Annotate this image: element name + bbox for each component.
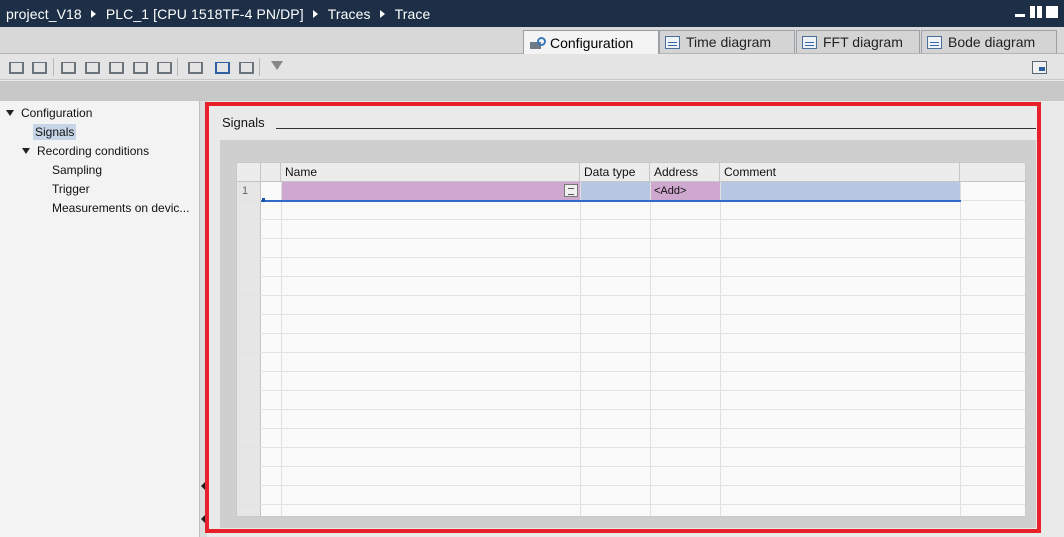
tab-bode-diagram-label: Bode diagram	[948, 34, 1036, 50]
row-selection-indicator	[261, 200, 961, 202]
breadcrumb-separator-icon	[312, 9, 318, 18]
pane-splitter[interactable]	[200, 101, 207, 537]
restore-tile-icon[interactable]	[1030, 6, 1042, 18]
tree-item-measurements[interactable]: Measurements on devic...	[52, 198, 189, 217]
row-separator	[237, 333, 1025, 334]
delete-signal-icon[interactable]	[131, 59, 148, 75]
comment-cell[interactable]	[721, 182, 960, 200]
row-focus-marker	[262, 198, 265, 202]
toolbar	[0, 54, 1064, 80]
signal-name-cell[interactable]	[282, 182, 580, 200]
breadcrumb: project_V18 PLC_1 [CPU 1518TF-4 PN/DP] T…	[0, 6, 430, 22]
export-icon[interactable]	[237, 59, 254, 75]
toolbar-divider	[53, 58, 54, 76]
header-rownum	[237, 163, 261, 182]
install-trace-icon[interactable]	[7, 59, 24, 75]
row-separator	[237, 352, 1025, 353]
address-cell[interactable]: <Add>	[651, 182, 720, 200]
tree-item-configuration[interactable]: Configuration	[6, 103, 92, 122]
row-separator	[237, 295, 1025, 296]
data-type-cell[interactable]	[581, 182, 650, 200]
copy-signal-icon[interactable]	[107, 59, 124, 75]
header-status	[261, 163, 281, 182]
configuration-icon	[529, 36, 546, 50]
window-controls	[1014, 6, 1058, 18]
tree-item-signals[interactable]: Signals	[33, 122, 77, 141]
toolbar-spacer	[0, 81, 1064, 101]
header-name[interactable]: Name	[281, 163, 580, 182]
add-signal-alt-icon[interactable]	[83, 59, 100, 75]
maximize-icon[interactable]	[1046, 6, 1058, 18]
import-icon[interactable]	[186, 59, 203, 75]
browse-icon[interactable]	[564, 184, 578, 197]
header-comment[interactable]: Comment	[720, 163, 960, 182]
time-diagram-icon	[665, 35, 680, 49]
filter-icon[interactable]	[268, 59, 284, 75]
table-header: Name Data type Address Comment	[237, 163, 1025, 182]
row-separator	[237, 219, 1025, 220]
breadcrumb-plc[interactable]: PLC_1 [CPU 1518TF-4 PN/DP]	[106, 6, 304, 22]
add-signal-icon[interactable]	[59, 59, 76, 75]
upload-trace-icon[interactable]	[30, 59, 47, 75]
expand-caret-icon[interactable]	[6, 109, 14, 116]
row-separator	[237, 238, 1025, 239]
breadcrumb-project[interactable]: project_V18	[6, 6, 82, 22]
section-divider	[276, 128, 1036, 129]
collapse-left-icon[interactable]	[201, 482, 205, 490]
row-separator	[237, 485, 1025, 486]
row-separator	[237, 409, 1025, 410]
editor-tab-strip: Configuration Time diagram FFT diagram B…	[0, 27, 1064, 54]
row-number: 1	[242, 185, 249, 197]
row-separator	[237, 276, 1025, 277]
title-bar: project_V18 PLC_1 [CPU 1518TF-4 PN/DP] T…	[0, 0, 1064, 27]
tab-time-diagram[interactable]: Time diagram	[659, 30, 795, 53]
row-separator	[237, 428, 1025, 429]
tab-fft-diagram-label: FFT diagram	[823, 34, 903, 50]
header-address[interactable]: Address	[650, 163, 720, 182]
collapse-left-icon[interactable]	[201, 515, 205, 523]
section-title: Signals	[222, 115, 265, 130]
signals-table: Name Data type Address Comment 1 <Add>	[236, 162, 1026, 517]
header-data-type[interactable]: Data type	[580, 163, 650, 182]
fft-diagram-icon	[802, 35, 817, 49]
row-separator	[237, 504, 1025, 505]
breadcrumb-trace: Trace	[394, 5, 431, 22]
breadcrumb-traces[interactable]: Traces	[328, 6, 371, 22]
expand-caret-icon[interactable]	[22, 147, 30, 154]
tree-item-recording-conditions[interactable]: Recording conditions	[22, 141, 149, 160]
row-separator	[237, 466, 1025, 467]
toolbar-divider	[177, 58, 178, 76]
tree-item-sampling[interactable]: Sampling	[52, 160, 102, 179]
toolbar-divider	[259, 58, 260, 76]
row-separator	[237, 314, 1025, 315]
row-separator	[237, 257, 1025, 258]
refresh-icon[interactable]	[155, 59, 172, 75]
row-separator	[237, 447, 1025, 448]
tree-item-trigger[interactable]: Trigger	[52, 179, 90, 198]
tab-configuration-label: Configuration	[550, 34, 634, 51]
transfer-to-device-icon[interactable]	[213, 59, 230, 75]
row-separator	[237, 390, 1025, 391]
inspector-icon[interactable]	[1031, 59, 1047, 75]
breadcrumb-separator-icon	[90, 9, 96, 18]
minimize-icon[interactable]	[1014, 6, 1026, 18]
tab-fft-diagram[interactable]: FFT diagram	[796, 30, 920, 53]
tab-time-diagram-label: Time diagram	[686, 34, 772, 50]
tab-bode-diagram[interactable]: Bode diagram	[921, 30, 1057, 53]
bode-diagram-icon	[927, 35, 942, 49]
row-separator	[237, 371, 1025, 372]
navigation-tree: Configuration Signals Recording conditio…	[0, 101, 200, 537]
tab-configuration[interactable]: Configuration	[523, 30, 659, 54]
breadcrumb-separator-icon	[379, 9, 385, 18]
